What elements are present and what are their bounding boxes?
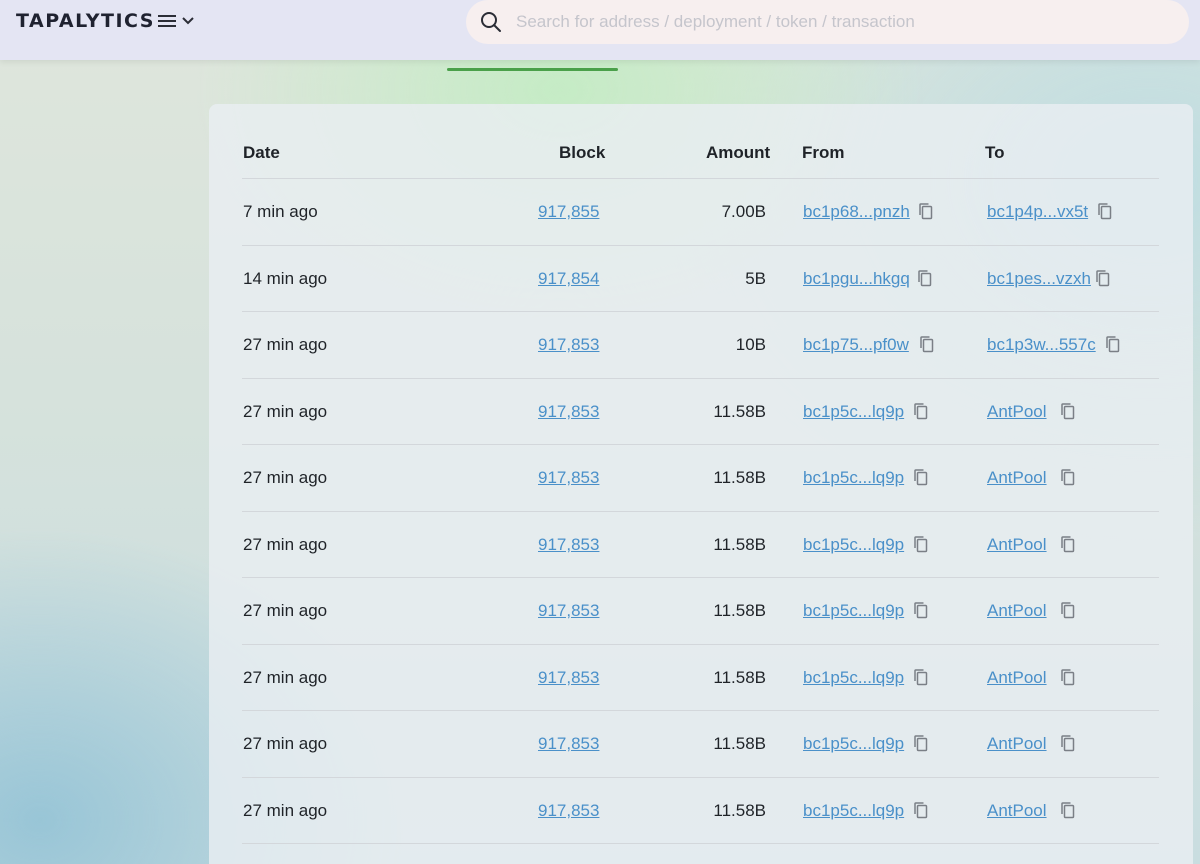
copy-icon[interactable] bbox=[919, 203, 933, 220]
copy-icon[interactable] bbox=[1061, 536, 1075, 553]
cell-amount: 11.58B bbox=[713, 402, 766, 421]
copy-icon[interactable] bbox=[1061, 669, 1075, 686]
cell-block-link[interactable]: 917,854 bbox=[538, 269, 599, 289]
top-header: TAPALYTICS bbox=[0, 0, 1200, 60]
cell-to-link[interactable]: AntPool bbox=[987, 801, 1047, 821]
cell-block-link[interactable]: 917,855 bbox=[538, 202, 599, 222]
search-icon[interactable] bbox=[480, 11, 502, 38]
copy-icon[interactable] bbox=[914, 536, 928, 553]
copy-icon[interactable] bbox=[914, 469, 928, 486]
copy-icon[interactable] bbox=[918, 270, 932, 287]
column-header-to[interactable]: To bbox=[985, 143, 1005, 163]
copy-icon[interactable] bbox=[1061, 403, 1075, 420]
copy-icon[interactable] bbox=[1061, 735, 1075, 752]
copy-icon[interactable] bbox=[1096, 270, 1110, 287]
cell-from-link[interactable]: bc1p5c...lq9p bbox=[803, 601, 904, 621]
cell-amount: 11.58B bbox=[713, 535, 766, 554]
active-tab-indicator bbox=[447, 68, 618, 71]
cell-block-link[interactable]: 917,853 bbox=[538, 402, 599, 422]
hamburger-icon bbox=[158, 14, 176, 28]
copy-icon[interactable] bbox=[914, 403, 928, 420]
cell-to-link[interactable]: AntPool bbox=[987, 601, 1047, 621]
chevron-down-icon bbox=[182, 17, 194, 25]
copy-icon[interactable] bbox=[914, 735, 928, 752]
cell-date: 27 min ago bbox=[243, 468, 328, 487]
cell-block-link[interactable]: 917,853 bbox=[538, 335, 599, 355]
cell-from-link[interactable]: bc1p5c...lq9p bbox=[803, 468, 904, 488]
cell-from-link[interactable]: bc1p5c...lq9p bbox=[803, 535, 904, 555]
cell-to-link[interactable]: AntPool bbox=[987, 734, 1047, 754]
copy-icon[interactable] bbox=[1098, 203, 1112, 220]
cell-to-link[interactable]: AntPool bbox=[987, 535, 1047, 555]
cell-to-link[interactable]: AntPool bbox=[987, 402, 1047, 422]
cell-date: 27 min ago bbox=[243, 335, 328, 354]
copy-icon[interactable] bbox=[920, 336, 934, 353]
cell-from-link[interactable]: bc1p5c...lq9p bbox=[803, 801, 904, 821]
cell-to-link[interactable]: bc1p4p...vx5t bbox=[987, 202, 1088, 222]
cell-block-link[interactable]: 917,853 bbox=[538, 668, 599, 688]
column-header-date[interactable]: Date bbox=[243, 143, 280, 163]
row-divider bbox=[242, 843, 1159, 844]
copy-icon[interactable] bbox=[1061, 802, 1075, 819]
logo[interactable]: TAPALYTICS bbox=[16, 10, 155, 32]
copy-icon[interactable] bbox=[1106, 336, 1120, 353]
search-input[interactable] bbox=[516, 8, 1166, 36]
cell-from-link[interactable]: bc1p5c...lq9p bbox=[803, 402, 904, 422]
cell-block-link[interactable]: 917,853 bbox=[538, 801, 599, 821]
search-bar bbox=[466, 0, 1189, 44]
cell-amount: 11.58B bbox=[713, 468, 766, 487]
cell-block-link[interactable]: 917,853 bbox=[538, 535, 599, 555]
cell-from-link[interactable]: bc1p5c...lq9p bbox=[803, 734, 904, 754]
cell-date: 7 min ago bbox=[243, 202, 318, 221]
cell-block-link[interactable]: 917,853 bbox=[538, 468, 599, 488]
cell-from-link[interactable]: bc1p5c...lq9p bbox=[803, 668, 904, 688]
copy-icon[interactable] bbox=[914, 669, 928, 686]
cell-date: 14 min ago bbox=[243, 269, 328, 288]
cell-amount: 11.58B bbox=[713, 734, 766, 753]
cell-block-link[interactable]: 917,853 bbox=[538, 601, 599, 621]
cell-amount: 5B bbox=[745, 269, 766, 288]
column-header-amount[interactable]: Amount bbox=[706, 143, 770, 163]
cell-date: 27 min ago bbox=[243, 535, 328, 554]
cell-amount: 11.58B bbox=[713, 668, 766, 687]
cell-date: 27 min ago bbox=[243, 734, 328, 753]
cell-to-link[interactable]: bc1p3w...557c bbox=[987, 335, 1096, 355]
copy-icon[interactable] bbox=[1061, 469, 1075, 486]
cell-date: 27 min ago bbox=[243, 601, 328, 620]
cell-amount: 7.00B bbox=[721, 202, 766, 221]
cell-to-link[interactable]: bc1pes...vzxh bbox=[987, 269, 1091, 289]
cell-to-link[interactable]: AntPool bbox=[987, 468, 1047, 488]
cell-amount: 11.58B bbox=[713, 601, 766, 620]
copy-icon[interactable] bbox=[1061, 602, 1075, 619]
menu-button[interactable] bbox=[158, 10, 194, 32]
cell-date: 27 min ago bbox=[243, 402, 328, 421]
cell-amount: 11.58B bbox=[713, 801, 766, 820]
cell-from-link[interactable]: bc1p75...pf0w bbox=[803, 335, 909, 355]
cell-block-link[interactable]: 917,853 bbox=[538, 734, 599, 754]
cell-from-link[interactable]: bc1pgu...hkgq bbox=[803, 269, 910, 289]
column-header-block[interactable]: Block bbox=[559, 143, 605, 163]
copy-icon[interactable] bbox=[914, 602, 928, 619]
cell-to-link[interactable]: AntPool bbox=[987, 668, 1047, 688]
cell-amount: 10B bbox=[735, 335, 766, 354]
copy-icon[interactable] bbox=[914, 802, 928, 819]
cell-date: 27 min ago bbox=[243, 668, 328, 687]
cell-date: 27 min ago bbox=[243, 801, 328, 820]
column-header-from[interactable]: From bbox=[802, 143, 845, 163]
cell-from-link[interactable]: bc1p68...pnzh bbox=[803, 202, 910, 222]
